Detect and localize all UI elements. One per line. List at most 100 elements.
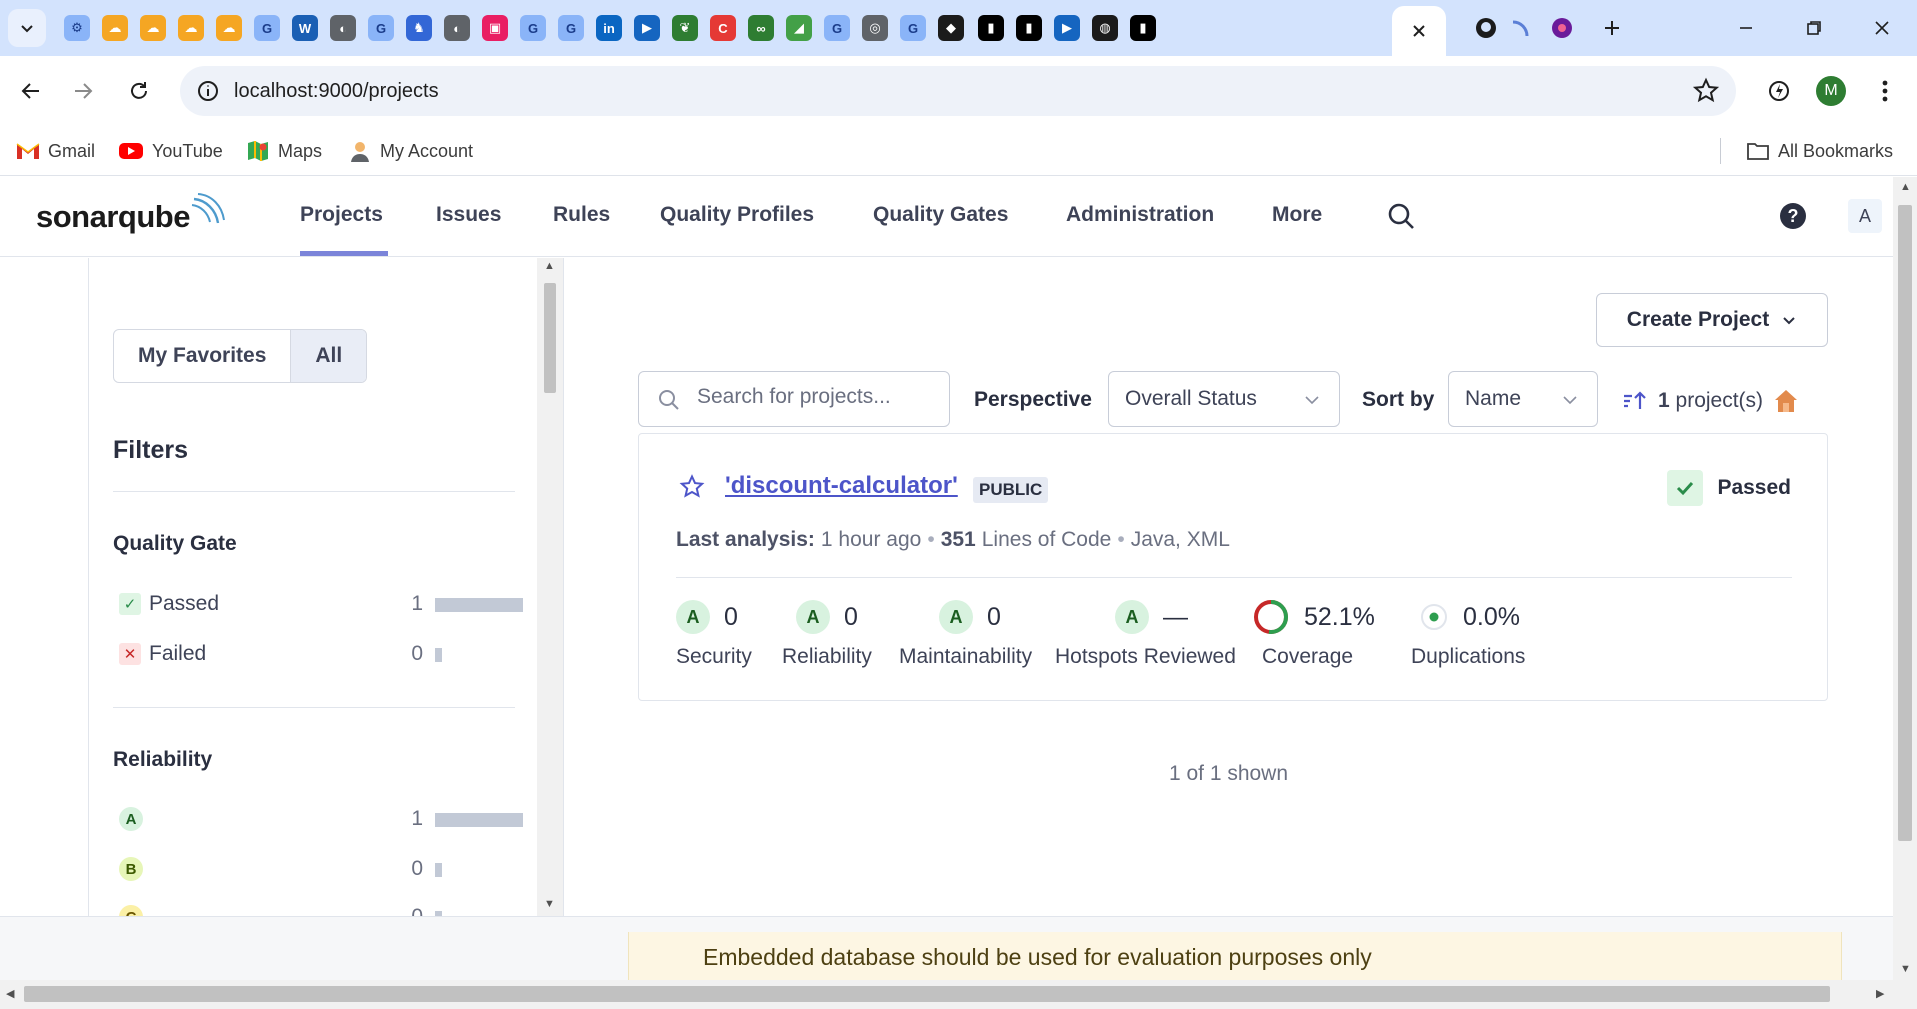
profile-button[interactable]: M — [1812, 72, 1850, 110]
tab-favicon[interactable]: ◢ — [786, 15, 812, 41]
scroll-up-icon[interactable]: ▲ — [1900, 181, 1911, 193]
forward-button[interactable] — [64, 72, 102, 110]
metric-reliability[interactable]: A0 Reliability — [782, 597, 872, 669]
page-hscroll-thumb[interactable] — [24, 986, 1830, 1002]
toggle-all[interactable]: All — [290, 330, 367, 382]
restore-button[interactable] — [1798, 12, 1830, 44]
nav-projects[interactable]: Projects — [300, 203, 383, 227]
url-text[interactable]: localhost:9000/projects — [234, 80, 439, 103]
new-tab-button[interactable] — [1596, 12, 1628, 44]
facet-reliability-c[interactable]: C 0 — [119, 901, 515, 916]
page-vertical-scrollbar[interactable]: ▲ ▼ — [1893, 177, 1917, 980]
tab-favicon[interactable]: G — [368, 15, 394, 41]
project-search[interactable] — [638, 371, 950, 427]
sidebar-scrollbar[interactable]: ▲ ▼ — [537, 258, 563, 916]
scroll-left-icon[interactable]: ◀ — [6, 987, 14, 1000]
tab-favicon-app[interactable] — [1546, 12, 1578, 44]
tab-favicon[interactable]: ◐ — [444, 15, 470, 41]
tab-favicon[interactable]: ◎ — [862, 15, 888, 41]
tab-favicon[interactable]: G — [900, 15, 926, 41]
close-window-button[interactable] — [1866, 12, 1898, 44]
project-name-link[interactable]: 'discount-calculator' — [725, 472, 958, 500]
page-scroll-thumb[interactable] — [1898, 205, 1912, 841]
tab-favicon[interactable]: G — [558, 15, 584, 41]
minimize-button[interactable] — [1730, 12, 1762, 44]
tab-favicon-signal[interactable] — [1505, 12, 1537, 44]
tab-favicon[interactable]: C — [710, 15, 736, 41]
metric-coverage[interactable]: 52.1% Coverage — [1252, 597, 1375, 669]
scroll-down-icon[interactable]: ▼ — [544, 898, 555, 910]
page-horizontal-scrollbar[interactable]: ◀ ▶ — [0, 980, 1917, 1009]
tab-favicon[interactable]: ☁ — [216, 15, 242, 41]
back-button[interactable] — [12, 72, 50, 110]
tab-favicon[interactable]: ◐ — [330, 15, 356, 41]
browser-tab-strip: ⚙ ☁ ☁ ☁ ☁ G W ◐ G ♞ ◐ ▣ G Gin ▶ ❦ C ∞ ◢ G ◎ G ◆ ▮ ▮ ▶ ◍ ▮ — [0, 0, 1917, 56]
sort-ascending-icon[interactable] — [1622, 390, 1648, 412]
tab-favicon[interactable]: ❦ — [672, 15, 698, 41]
scroll-up-icon[interactable]: ▲ — [544, 260, 555, 272]
nav-quality-profiles[interactable]: Quality Profiles — [660, 203, 814, 227]
tab-favicon[interactable]: ▮ — [978, 15, 1004, 41]
tab-favicon[interactable]: ☁ — [140, 15, 166, 41]
tab-favicon[interactable]: ♞ — [406, 15, 432, 41]
nav-quality-gates[interactable]: Quality Gates — [873, 203, 1008, 227]
nav-issues[interactable]: Issues — [436, 203, 501, 227]
tab-favicon[interactable]: ▶ — [1054, 15, 1080, 41]
sidebar-scroll-thumb[interactable] — [544, 283, 556, 393]
tab-favicon[interactable]: G — [254, 15, 280, 41]
scroll-right-icon[interactable]: ▶ — [1876, 987, 1884, 1000]
facet-reliability-a[interactable]: A 1 — [119, 803, 523, 835]
tab-favicon[interactable]: ◍ — [1092, 15, 1118, 41]
browser-menu-button[interactable] — [1866, 72, 1904, 110]
site-info-icon[interactable] — [194, 77, 222, 105]
tab-favicon[interactable]: ☁ — [102, 15, 128, 41]
all-bookmarks-button[interactable]: All Bookmarks — [1746, 136, 1893, 166]
nav-rules[interactable]: Rules — [553, 203, 610, 227]
reload-button[interactable] — [120, 72, 158, 110]
facet-passed[interactable]: ✓ Passed 1 — [119, 588, 523, 620]
search-input[interactable] — [697, 385, 937, 409]
favorite-star-icon[interactable] — [679, 474, 705, 500]
help-button[interactable]: ? — [1780, 203, 1806, 229]
user-avatar[interactable]: A — [1848, 199, 1882, 233]
search-icon[interactable] — [1386, 201, 1416, 231]
tab-favicon[interactable]: ◆ — [938, 15, 964, 41]
tab-favicon-github[interactable] — [1470, 12, 1502, 44]
metric-hotspots-reviewed[interactable]: A — Hotspots Reviewed — [1055, 597, 1236, 669]
bookmark-maps[interactable]: Maps — [246, 136, 322, 166]
perspective-select[interactable]: Overall Status — [1108, 371, 1340, 427]
tab-favicon[interactable]: W — [292, 15, 318, 41]
tab-favicon[interactable]: ▮ — [1130, 15, 1156, 41]
tab-favicon[interactable]: ☁ — [178, 15, 204, 41]
facet-reliability-b[interactable]: B 0 — [119, 853, 515, 885]
tab-favicon[interactable]: G — [520, 15, 546, 41]
bookmark-my-account[interactable]: My Account — [348, 136, 473, 166]
bookmark-youtube[interactable]: YouTube — [118, 136, 223, 166]
tab-search-button[interactable] — [8, 9, 46, 47]
nav-more[interactable]: More — [1272, 203, 1322, 227]
create-project-button[interactable]: Create Project — [1596, 293, 1828, 347]
nav-administration[interactable]: Administration — [1066, 203, 1214, 227]
toggle-my-favorites[interactable]: My Favorites — [114, 330, 290, 382]
tab-favicon[interactable]: G — [824, 15, 850, 41]
address-bar[interactable]: localhost:9000/projects — [180, 66, 1736, 116]
scroll-down-icon[interactable]: ▼ — [1900, 963, 1911, 975]
active-tab[interactable] — [1392, 6, 1446, 56]
metric-duplications[interactable]: 0.0% Duplications — [1411, 597, 1525, 669]
tab-favicon[interactable]: in — [596, 15, 622, 41]
extensions-button[interactable] — [1760, 72, 1798, 110]
sort-select[interactable]: Name — [1448, 371, 1598, 427]
bookmark-gmail[interactable]: Gmail — [16, 136, 95, 166]
tab-favicon[interactable]: ⚙ — [64, 15, 90, 41]
tab-favicon[interactable]: ▮ — [1016, 15, 1042, 41]
tab-favicon[interactable]: ∞ — [748, 15, 774, 41]
metric-security[interactable]: A0 Security — [676, 597, 752, 669]
tab-favicon[interactable]: ▣ — [482, 15, 508, 41]
bookmark-star-icon[interactable] — [1692, 77, 1720, 105]
sonarqube-logo[interactable]: sonarqube — [36, 193, 225, 235]
home-icon[interactable] — [1773, 388, 1799, 414]
close-icon[interactable] — [1411, 23, 1427, 39]
tab-favicon[interactable]: ▶ — [634, 15, 660, 41]
facet-failed[interactable]: ✕ Failed 0 — [119, 638, 515, 670]
metric-maintainability[interactable]: A0 Maintainability — [899, 597, 1032, 669]
